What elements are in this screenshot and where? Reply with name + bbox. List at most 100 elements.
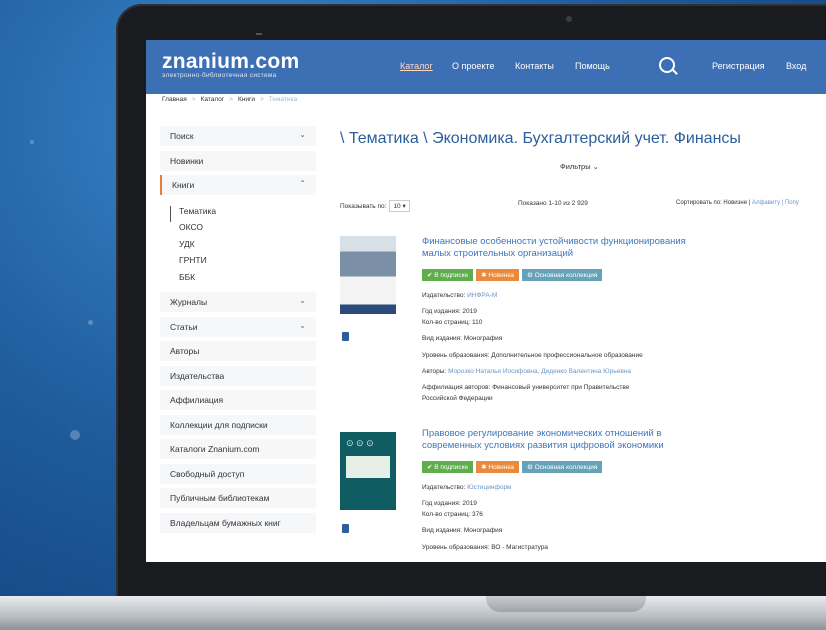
crumb-current: Тематика [268,96,298,103]
filters-toggle[interactable]: Фильтры ⌄ [560,162,599,171]
sidebar-item-affiliation[interactable]: Аффилиация [160,390,316,410]
book-icon[interactable] [342,332,349,341]
page-size-control: Показывать по: 10 ▾ [340,200,410,212]
book-publisher: Издательство: ИНФРА-М [422,292,498,299]
book-cover[interactable] [340,236,396,314]
badge-row: ✔ В подписке ✱ Новинка ⚙ Основная коллекци… [422,264,605,282]
book-title[interactable]: Правовое регулирование экономических отн… [422,428,692,452]
publisher-link[interactable]: ИНФРА-М [467,292,497,299]
sidebar-item-label: Статьи [170,321,198,332]
sidebar-item-search[interactable]: Поиск ⌄ [160,126,316,146]
sidebar-item-free-access[interactable]: Свободный доступ [160,463,316,484]
badge-row: ✔ В подписке ✱ Новинка ⚙ Основная коллекци… [422,456,605,474]
page-size-label: Показывать по: [340,203,387,210]
book-year: Год издания: 2019 [422,308,477,315]
nav-about[interactable]: О проекте [452,61,494,71]
new-badge: ✱ Новинка [476,269,519,281]
sidebar-item-public-libraries[interactable]: Публичным библиотекам [160,488,316,508]
chevron-down-icon: ⌄ [299,320,306,330]
nav-contacts[interactable]: Контакты [515,61,554,71]
laptop-base [0,596,826,630]
new-badge: ✱ Новинка [476,461,519,473]
book-pages: Кол-во страниц: 110 [422,319,483,326]
sidebar-item-books[interactable]: Книги ⌃ [160,175,316,195]
bezel-mark [256,33,262,35]
sidebar-item-label: Свободный доступ [170,468,245,479]
crumb-home[interactable]: Главная [162,96,187,103]
register-link[interactable]: Регистрация [712,61,765,71]
crumb-books[interactable]: Книги [238,96,255,103]
results-count: Показано 1-10 из 2 929 [518,200,588,207]
sidebar-sub-bbk[interactable]: ББК [170,272,316,289]
laptop-notch [486,596,646,612]
page-size-value: 10 [393,203,401,210]
sidebar-item-new[interactable]: Новинки [160,150,316,171]
camera-icon [566,16,572,22]
sidebar-item-label: Аффилиация [170,395,224,405]
sidebar: Поиск ⌄ Новинки Книги ⌃ Тематика ОКСО УДК … [160,126,316,537]
chevron-up-icon: ⌃ [299,179,306,188]
books-submenu: Тематика ОКСО УДК ГРНТИ ББК [160,200,316,293]
sort-separator: | [748,200,751,206]
sidebar-item-label: Публичным библиотекам [170,493,270,503]
nav-help[interactable]: Помощь [575,61,610,71]
book-level: Уровень образования: ВО - Магистратура [422,544,549,551]
collection-badge: ⚙ Основная коллекция [521,461,603,473]
book-year: Год издания: 2019 [422,500,477,507]
subscription-badge: ✔ В подписке [422,269,474,281]
book-type: Вид издания: Монография [422,527,503,534]
login-link[interactable]: Вход [786,61,806,71]
nav-catalog[interactable]: Каталог [400,61,433,71]
sidebar-item-articles[interactable]: Статьи ⌄ [160,316,316,337]
sidebar-item-collections[interactable]: Коллекции для подписки [160,414,316,435]
sidebar-sub-topics[interactable]: Тематика [170,205,316,222]
bg-sparkle [30,140,34,144]
sidebar-item-catalogs[interactable]: Каталоги Znanium.com [160,439,316,459]
book-type: Вид издания: Монография [422,335,503,342]
sidebar-sub-udk[interactable]: УДК [170,239,316,256]
book-pages: Кол-во страниц: 376 [422,511,483,518]
logo-subtitle: электронно-библиотечная система [162,72,277,79]
sidebar-item-label: Книги [172,180,195,190]
publisher-link[interactable]: Юстицинформ [467,484,511,491]
sidebar-item-publishers[interactable]: Издательства [160,365,316,386]
sidebar-item-label: Поиск [170,131,194,141]
collection-badge: ⚙ Основная коллекция [521,269,603,281]
site-logo[interactable]: znanium.com [162,50,299,74]
sidebar-item-label: Владельцам бумажных книг [170,517,281,528]
search-icon[interactable] [659,57,675,73]
chevron-down-icon: ⌄ [299,130,306,139]
sidebar-sub-okso[interactable]: ОКСО [170,222,316,239]
sort-control: Сортировать по: Новизне | Алфавиту | Поп… [676,200,799,206]
book-cover[interactable] [340,432,396,510]
sidebar-item-label: Новинки [170,155,204,166]
bg-sparkle [70,430,80,440]
sidebar-item-label: Издательства [170,370,225,381]
sidebar-item-label: Каталоги Znanium.com [170,444,260,454]
authors-link[interactable]: Морозко Наталья Иосифовна, Диденко Вален… [448,368,631,375]
sidebar-item-authors[interactable]: Авторы [160,341,316,361]
subscription-badge: ✔ В подписке [422,461,474,473]
bg-sparkle [88,320,93,325]
page-size-select[interactable]: 10 ▾ [389,200,410,212]
breadcrumb: Главная > Каталог > Книги > Тематика [162,96,298,103]
sidebar-item-label: Журналы [170,297,208,307]
site-header: znanium.com электронно-библиотечная сист… [146,40,826,94]
browser-screen: znanium.com электронно-библиотечная сист… [146,40,826,562]
sort-label: Сортировать по: Новизне [676,200,748,206]
book-affiliation-cont: Российской Федерации [422,395,493,402]
book-title[interactable]: Финансовые особенности устойчивости функ… [422,236,692,260]
sidebar-item-paper-owners[interactable]: Владельцам бумажных книг [160,512,316,533]
chevron-down-icon: ⌄ [299,296,306,305]
page-title: \ Тематика \ Экономика. Бухгалтерский уч… [340,130,741,147]
book-icon[interactable] [342,524,349,533]
sidebar-sub-grnti[interactable]: ГРНТИ [170,255,316,272]
sort-alt-links[interactable]: Алфавиту | Попу [752,200,799,206]
book-level: Уровень образования: Дополнительное проф… [422,352,643,359]
book-publisher: Издательство: Юстицинформ [422,484,512,491]
crumb-catalog[interactable]: Каталог [201,96,225,103]
sidebar-item-label: Коллекции для подписки [170,419,268,430]
sidebar-item-journals[interactable]: Журналы ⌄ [160,292,316,312]
book-affiliation: Аффилиация авторов: Финансовый университ… [422,384,630,391]
book-authors: Авторы: Морозко Наталья Иосифовна, Диден… [422,368,632,375]
